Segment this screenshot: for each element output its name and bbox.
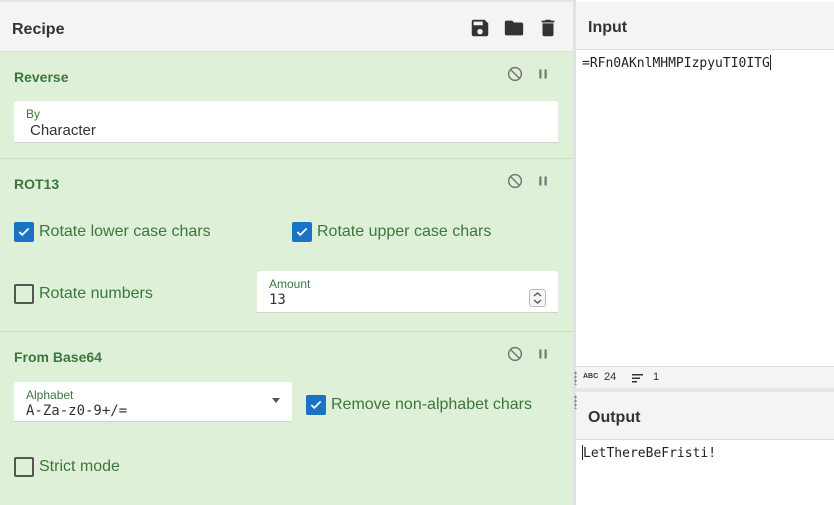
rotate-numbers-label: Rotate numbers [39,285,153,302]
folder-icon[interactable] [503,17,525,39]
save-icon[interactable] [469,17,491,39]
input-title: Input [588,19,628,36]
checkbox-checked-icon [14,222,34,242]
checkbox-checked-icon [306,395,326,415]
recipe-header: Recipe [0,4,573,52]
by-field[interactable]: By Character [14,101,558,143]
text-cursor [769,55,771,70]
checkbox-unchecked-icon [14,457,34,477]
stepper-icon[interactable] [529,289,546,307]
input-length: 24 [604,371,617,383]
input-textarea[interactable]: =RFn0AKnlMHMPIzpyuTI0ITG [582,55,771,71]
remove-nonalpha-checkbox[interactable]: Remove non-alphabet chars [306,395,546,417]
operation-reverse: Reverse By Character [0,52,573,159]
breakpoint-icon[interactable] [534,172,552,190]
chevron-down-icon[interactable] [272,398,280,403]
disable-icon[interactable] [506,65,524,83]
checkbox-checked-icon [292,222,312,242]
input-status-bar: ABC 24 1 [574,366,834,389]
rotate-upper-label: Rotate upper case chars [317,223,492,240]
strict-mode-checkbox[interactable]: Strict mode [14,457,214,479]
by-value: Character [30,122,96,139]
strict-mode-label: Strict mode [39,458,120,475]
recipe-title: Recipe [12,21,65,38]
operation-from-base64: From Base64 Alphabet A-Za-z0-9+/= Remove… [0,332,573,505]
output-textarea[interactable]: LetThereBeFristi! [582,445,716,461]
lines-icon [632,371,644,389]
amount-label: Amount [269,277,311,291]
trash-icon[interactable] [537,17,559,39]
rotate-lower-checkbox[interactable]: Rotate lower case chars [14,222,254,244]
rotate-numbers-checkbox[interactable]: Rotate numbers [14,284,214,306]
breakpoint-icon[interactable] [534,65,552,83]
amount-field[interactable]: Amount 13 [257,271,558,313]
input-lines: 1 [653,371,660,383]
input-header: Input [576,2,834,50]
remove-nonalpha-label: Remove non-alphabet chars [331,396,533,413]
operation-title: ROT13 [14,176,60,192]
operation-title: Reverse [14,69,69,85]
recipe-panel: Recipe Reverse By Character ROT13 Rotate… [0,0,573,505]
output-title: Output [588,409,641,426]
resize-handle[interactable] [574,395,577,409]
disable-icon[interactable] [506,172,524,190]
input-text: =RFn0AKnlMHMPIzpyuTI0ITG [582,56,770,71]
alphabet-value: A-Za-z0-9+/= [26,403,128,419]
checkbox-unchecked-icon [14,284,34,304]
output-text: LetThereBeFristi! [583,446,717,461]
breakpoint-icon[interactable] [534,345,552,363]
output-header: Output [576,392,834,440]
alphabet-label: Alphabet [26,388,74,402]
alphabet-select[interactable]: Alphabet A-Za-z0-9+/= [14,382,292,422]
rotate-upper-checkbox[interactable]: Rotate upper case chars [292,222,532,244]
operation-title: From Base64 [14,349,102,365]
rotate-lower-label: Rotate lower case chars [39,223,211,240]
disable-icon[interactable] [506,345,524,363]
amount-value: 13 [269,292,286,308]
operation-rot13: ROT13 Rotate lower case chars Rotate upp… [0,159,573,332]
by-label: By [26,107,41,121]
resize-handle[interactable] [574,371,577,385]
abc-icon: ABC [583,373,599,380]
